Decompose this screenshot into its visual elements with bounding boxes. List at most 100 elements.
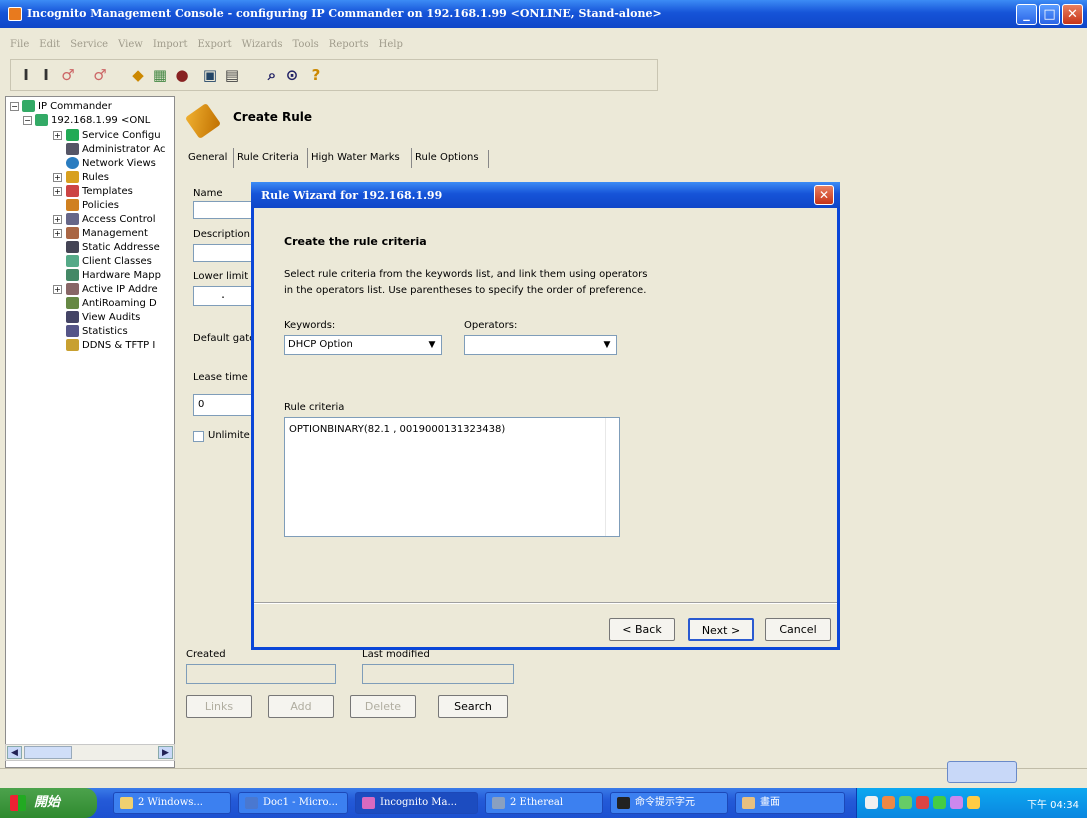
tray-icon[interactable]: [882, 796, 895, 809]
tree-item-hardware-mapping[interactable]: Hardware Mapp: [66, 269, 161, 282]
scroll-right-icon[interactable]: ▶: [158, 746, 173, 759]
unlimited-checkbox[interactable]: [193, 431, 204, 442]
tree-item-statistics[interactable]: Statistics: [66, 325, 128, 338]
tray-icon[interactable]: [916, 796, 929, 809]
expand-icon[interactable]: +: [53, 187, 62, 196]
lower-limit-field[interactable]: .: [193, 286, 253, 306]
start-button[interactable]: 開始: [0, 788, 97, 818]
task-paint[interactable]: 畫面: [735, 792, 845, 814]
tree-horizontal-scrollbar[interactable]: ◀ ▶: [5, 744, 175, 761]
tree-item-access-control[interactable]: Access Control: [66, 213, 156, 226]
menu-reports[interactable]: Reports: [329, 39, 369, 50]
help-icon[interactable]: ?: [307, 66, 325, 84]
tray-icon[interactable]: [933, 796, 946, 809]
tree-item-view-audits[interactable]: View Audits: [66, 311, 140, 324]
tree-item-policies[interactable]: Policies: [66, 199, 119, 212]
name-field[interactable]: [193, 201, 253, 219]
refresh-icon[interactable]: ⊙: [283, 66, 301, 84]
globe-icon: [66, 157, 79, 169]
lease-time-field[interactable]: 0: [193, 394, 253, 416]
tray-icon[interactable]: [950, 796, 963, 809]
menu-file[interactable]: File: [10, 39, 29, 50]
menu-view[interactable]: View: [118, 39, 143, 50]
rule-criteria-textarea[interactable]: OPTIONBINARY(82.1 , 0019000131323438): [284, 417, 620, 537]
minimize-button[interactable]: _: [1016, 4, 1037, 25]
tree-item-rules[interactable]: Rules: [66, 171, 109, 184]
delete-button[interactable]: Delete: [350, 695, 416, 718]
tab-rule-options[interactable]: Rule Options: [411, 148, 482, 168]
menu-help[interactable]: Help: [379, 39, 403, 50]
tray-icon[interactable]: [967, 796, 980, 809]
template-icon: [66, 185, 79, 197]
search-button[interactable]: Search: [438, 695, 508, 718]
keywords-select[interactable]: DHCP Option ▼: [284, 335, 442, 355]
expand-icon[interactable]: +: [53, 131, 62, 140]
rule-icon[interactable]: ◆: [129, 66, 147, 84]
tab-general[interactable]: General: [185, 148, 230, 168]
dialog-title: Rule Wizard for 192.168.1.99: [261, 189, 443, 202]
clock[interactable]: 下午 04:34: [1027, 796, 1079, 811]
links-button[interactable]: Links: [186, 695, 252, 718]
find-icon[interactable]: ⌕: [263, 66, 281, 84]
tree-item-static-addresses[interactable]: Static Addresse: [66, 241, 160, 254]
close-window-button[interactable]: ✕: [1062, 4, 1083, 25]
dialog-close-button[interactable]: ✕: [814, 185, 834, 205]
export-icon[interactable]: ♂: [91, 66, 109, 84]
maximize-button[interactable]: □: [1039, 4, 1060, 25]
tray-icon[interactable]: [865, 796, 878, 809]
tree-item-administrator[interactable]: Administrator Ac: [66, 143, 166, 156]
menu-import[interactable]: Import: [153, 39, 188, 50]
task-windows-folder[interactable]: 2 Windows...: [113, 792, 231, 814]
import-icon[interactable]: ♂: [59, 66, 77, 84]
collapse-icon[interactable]: −: [10, 102, 19, 111]
chevron-down-icon[interactable]: ▼: [599, 337, 615, 353]
collapse-icon[interactable]: −: [23, 116, 32, 125]
chart-icon[interactable]: ▣: [201, 66, 219, 84]
tree-item-antiroaming[interactable]: AntiRoaming D: [66, 297, 157, 310]
back-button[interactable]: < Back: [609, 618, 675, 641]
tree-item-ddns-tftp[interactable]: DDNS & TFTP I: [66, 339, 155, 352]
tab-rule-criteria[interactable]: Rule Criteria: [233, 148, 302, 168]
chevron-down-icon[interactable]: ▼: [424, 337, 440, 353]
menu-service[interactable]: Service: [70, 39, 108, 50]
tree-item-server[interactable]: 192.168.1.99 <ONL: [35, 114, 150, 127]
offline-icon[interactable]: I: [37, 66, 55, 84]
task-incognito[interactable]: Incognito Ma...: [355, 792, 478, 814]
online-icon[interactable]: I: [17, 66, 35, 84]
description-field[interactable]: [193, 244, 253, 262]
tree-item-label: Network Views: [82, 158, 156, 169]
cancel-button[interactable]: Cancel: [765, 618, 831, 641]
template-icon[interactable]: ▦: [151, 66, 169, 84]
tree-item-service-config[interactable]: Service Configu: [66, 129, 161, 142]
add-button[interactable]: Add: [268, 695, 334, 718]
operators-select[interactable]: ▼: [464, 335, 617, 355]
tree-item-ip-commander[interactable]: IP Commander: [22, 100, 112, 113]
expand-icon[interactable]: +: [53, 215, 62, 224]
expand-icon[interactable]: +: [53, 173, 62, 182]
tree-item-management[interactable]: Management: [66, 227, 148, 240]
dialog-title-bar[interactable]: Rule Wizard for 192.168.1.99 ✕: [251, 182, 840, 208]
expand-icon[interactable]: +: [53, 229, 62, 238]
expand-icon[interactable]: +: [53, 285, 62, 294]
task-word-document[interactable]: Doc1 - Micro...: [238, 792, 348, 814]
tree-item-templates[interactable]: Templates: [66, 185, 133, 198]
menu-wizards[interactable]: Wizards: [242, 39, 283, 50]
window-title-bar[interactable]: Incognito Management Console - configuri…: [0, 0, 1087, 28]
scroll-thumb[interactable]: [24, 746, 72, 759]
menu-export[interactable]: Export: [198, 39, 232, 50]
task-command-prompt[interactable]: 命令提示字元: [610, 792, 728, 814]
next-button[interactable]: Next >: [688, 618, 754, 641]
task-ethereal[interactable]: 2 Ethereal: [485, 792, 603, 814]
scroll-left-icon[interactable]: ◀: [7, 746, 22, 759]
tree-item-client-classes[interactable]: Client Classes: [66, 255, 152, 268]
tree-item-network-views[interactable]: Network Views: [66, 157, 156, 170]
menu-edit[interactable]: Edit: [39, 39, 60, 50]
language-bar[interactable]: [947, 761, 1017, 783]
tab-high-water-marks[interactable]: High Water Marks: [307, 148, 403, 168]
tree-item-active-ip[interactable]: Active IP Addre: [66, 283, 158, 296]
textarea-scrollbar[interactable]: [605, 418, 619, 536]
menu-tools[interactable]: Tools: [293, 39, 319, 50]
policy-icon[interactable]: ●: [173, 66, 191, 84]
tray-icon[interactable]: [899, 796, 912, 809]
report-icon[interactable]: ▤: [223, 66, 241, 84]
